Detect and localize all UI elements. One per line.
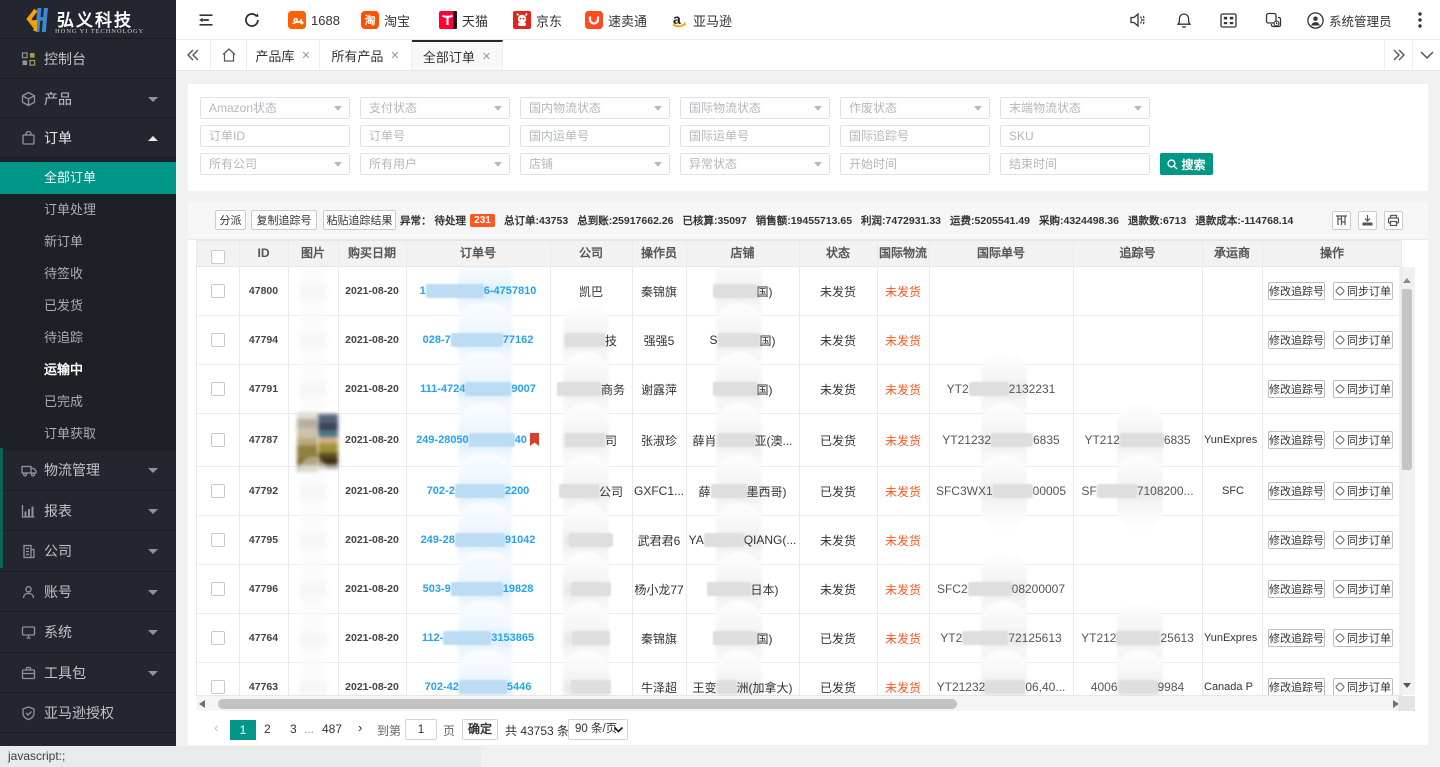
svg-text:淘: 淘	[365, 13, 376, 27]
